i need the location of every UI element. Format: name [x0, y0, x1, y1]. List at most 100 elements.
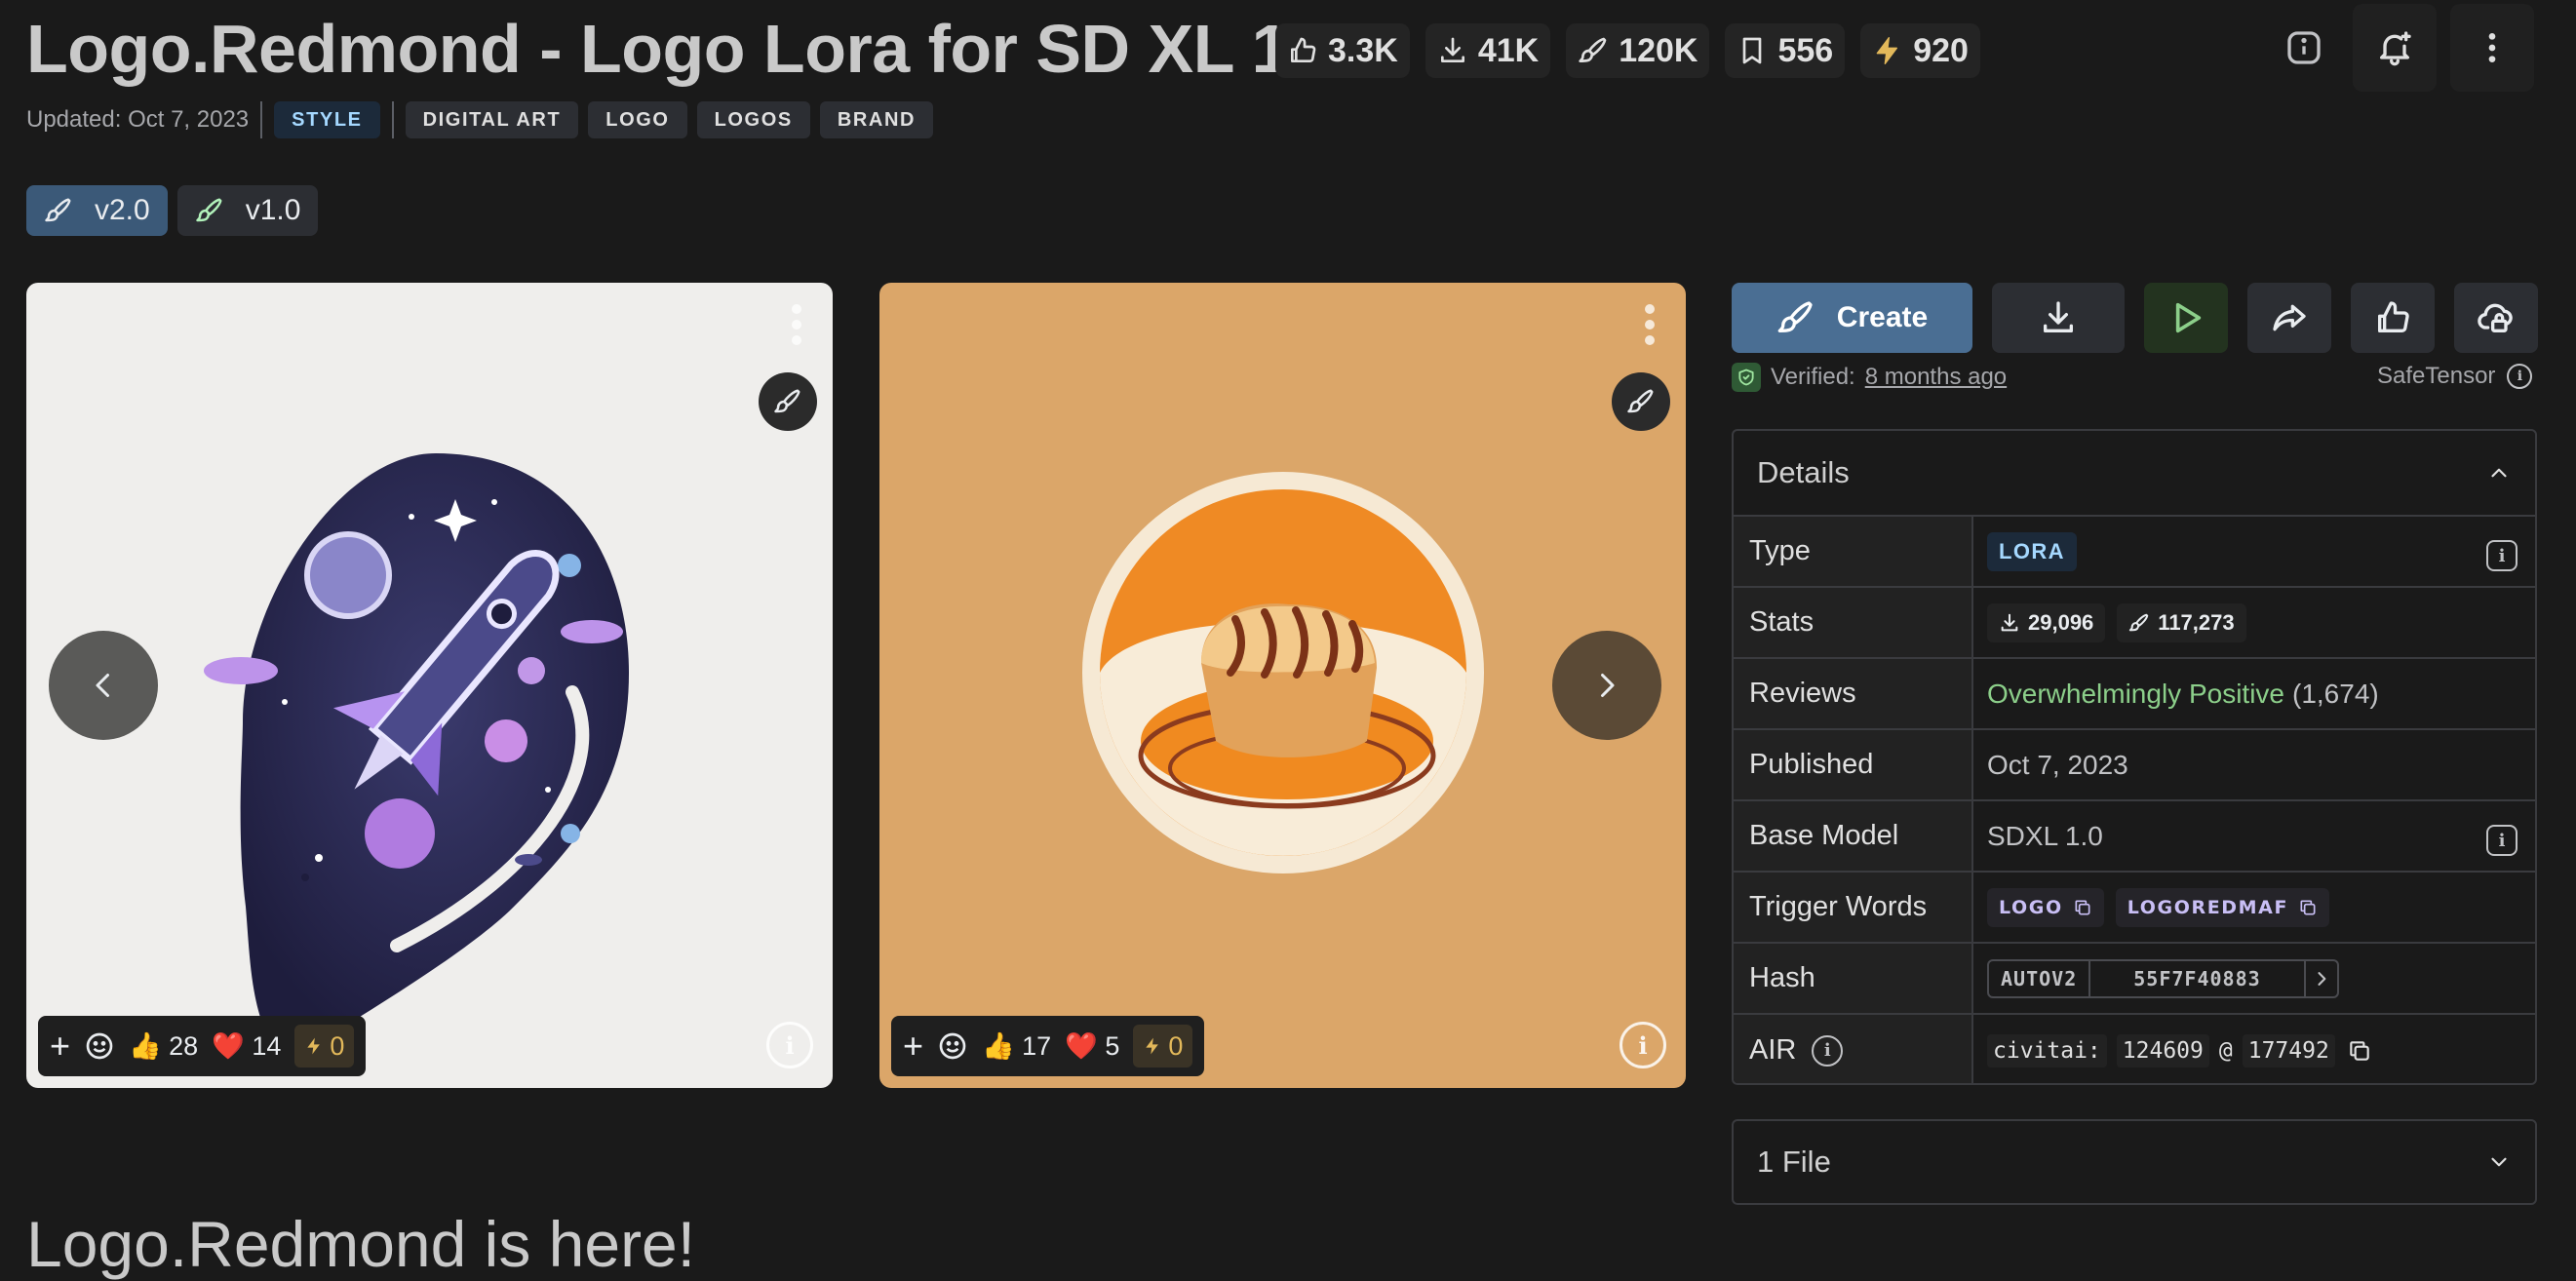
image-menu-button[interactable]: [1645, 304, 1655, 345]
trigger-words-label: Trigger Words: [1734, 873, 1973, 942]
like-reaction[interactable]: 👍 28: [129, 1030, 198, 1062]
air-separator: @: [2218, 1037, 2233, 1064]
hash-value[interactable]: 55F7F40883: [2090, 960, 2306, 996]
smiley-icon[interactable]: [84, 1030, 115, 1062]
heart-count: 14: [252, 1031, 282, 1061]
brush-icon: [1627, 389, 1654, 413]
buzz-tip-button[interactable]: 0: [1133, 1025, 1193, 1068]
updated-date: Updated: Oct 7, 2023: [26, 106, 250, 133]
generations-count: 120K: [1619, 31, 1698, 69]
air-identifier[interactable]: civitai: 124609 @ 177492: [1987, 1033, 2335, 1068]
like-button[interactable]: [2351, 283, 2435, 353]
trigger-word-text: LOGOREDMAF: [2127, 896, 2289, 918]
buzz-tip-button[interactable]: 0: [294, 1025, 355, 1068]
downloads-count: 41K: [1477, 31, 1540, 69]
remix-button[interactable]: [1612, 372, 1670, 431]
details-title: Details: [1757, 455, 1850, 489]
tag-brand[interactable]: BRAND: [819, 101, 934, 138]
like-reaction[interactable]: 👍 17: [982, 1030, 1051, 1062]
smiley-icon[interactable]: [937, 1030, 968, 1062]
verified-time-link[interactable]: 8 months ago: [1865, 364, 2007, 391]
tag-logo[interactable]: LOGO: [588, 101, 687, 138]
notify-button[interactable]: [2353, 4, 2437, 92]
cloud-lock-button[interactable]: [2454, 283, 2538, 353]
image-info-button[interactable]: i: [1620, 1022, 1666, 1068]
buzz-count: 920: [1913, 31, 1969, 69]
brush-icon: [45, 198, 71, 222]
trigger-word-logoredmaf[interactable]: LOGOREDMAF: [2115, 887, 2330, 927]
reviews-summary-link[interactable]: Overwhelmingly Positive: [1987, 679, 2284, 710]
carousel-next-button[interactable]: [1552, 631, 1661, 740]
version-tab-v1[interactable]: v1.0: [176, 185, 319, 236]
info-icon[interactable]: i: [2507, 364, 2533, 389]
copy-icon: [2075, 900, 2090, 914]
share-button[interactable]: [2247, 283, 2331, 353]
description-heading: Logo.Redmond is here!: [26, 1208, 696, 1280]
details-row-hash: Hash AUTOV2 55F7F40883: [1734, 944, 2535, 1015]
image-info-button[interactable]: i: [766, 1022, 813, 1068]
hash-label: Hash: [1734, 944, 1973, 1013]
chevron-down-icon: [2491, 1157, 2507, 1167]
air-label-cell: AIR i: [1734, 1015, 1973, 1083]
details-row-air: AIR i civitai: 124609 @ 177492: [1734, 1015, 2535, 1083]
buzz-stat[interactable]: 920: [1860, 23, 1980, 78]
run-button[interactable]: [2144, 283, 2228, 353]
image-menu-button[interactable]: [792, 304, 801, 345]
page-title: Logo.Redmond - Logo Lora for SD XL 1.0: [26, 11, 1346, 87]
more-vertical-icon: [2488, 33, 2496, 62]
type-badge: LORA: [1987, 531, 2077, 571]
copy-icon[interactable]: [2347, 1038, 2372, 1064]
buzz-count: 0: [330, 1030, 345, 1061]
thumbs-up-icon: [1291, 37, 1316, 62]
downloads-stat[interactable]: 41K: [1425, 23, 1551, 78]
base-model-label: Base Model: [1734, 801, 1973, 871]
heart-reaction[interactable]: ❤️ 5: [1065, 1030, 1119, 1062]
details-row-published: Published Oct 7, 2023: [1734, 730, 2535, 801]
details-row-base-model: Base Model SDXL 1.0 i: [1734, 801, 2535, 873]
copy-icon: [2300, 900, 2316, 914]
divider: [391, 101, 394, 138]
create-button[interactable]: Create: [1732, 283, 1972, 353]
more-options-button[interactable]: [2450, 4, 2534, 92]
info-icon: [2287, 31, 2321, 64]
carousel-prev-button[interactable]: [49, 631, 158, 740]
air-prefix: civitai:: [1987, 1033, 2107, 1068]
file-format-label: SafeTensor: [2377, 363, 2496, 389]
remix-button[interactable]: [759, 372, 817, 431]
verified-label: Verified:: [1771, 364, 1855, 390]
info-button[interactable]: [2262, 4, 2346, 92]
download-button[interactable]: [1992, 283, 2125, 353]
generations-stat[interactable]: 120K: [1566, 23, 1710, 78]
like-count: 28: [169, 1031, 199, 1061]
category-tag[interactable]: STYLE: [274, 101, 380, 138]
hash-widget[interactable]: AUTOV2 55F7F40883: [1987, 958, 2339, 998]
add-reaction-button[interactable]: +: [903, 1029, 923, 1064]
bookmarks-stat[interactable]: 556: [1725, 23, 1846, 78]
brush-icon: [2129, 613, 2149, 631]
info-icon[interactable]: i: [2486, 825, 2517, 856]
info-icon[interactable]: i: [2486, 540, 2517, 571]
version-tab-v2[interactable]: v2.0: [26, 185, 168, 236]
tag-logos[interactable]: LOGOS: [696, 101, 810, 138]
downloads-value: 29,096: [2028, 609, 2094, 635]
brush-icon: [1579, 37, 1607, 62]
cloud-lock-icon: [2478, 303, 2513, 332]
heart-reaction[interactable]: ❤️ 14: [212, 1030, 281, 1062]
play-icon: [2175, 302, 2202, 333]
version-tabs: v2.0 v1.0: [26, 185, 319, 236]
details-panel: Details Type LORA i Stats 29,096 117,273…: [1732, 429, 2537, 1085]
hash-next-button[interactable]: [2306, 961, 2337, 996]
info-icon[interactable]: i: [1812, 1034, 1844, 1067]
tag-digital-art[interactable]: DIGITAL ART: [405, 101, 579, 138]
details-header[interactable]: Details: [1734, 431, 2535, 517]
model-stats: 3.3K 41K 120K 556 920: [1275, 23, 1980, 78]
divider: [260, 101, 263, 138]
heart-count: 5: [1105, 1031, 1120, 1061]
generations-stat: 117,273: [2117, 602, 2246, 642]
likes-stat[interactable]: 3.3K: [1275, 23, 1410, 78]
files-accordion[interactable]: 1 File: [1732, 1119, 2537, 1205]
add-reaction-button[interactable]: +: [50, 1029, 70, 1064]
trigger-word-logo[interactable]: LOGO: [1987, 887, 2104, 927]
air-label: AIR: [1749, 1034, 1797, 1066]
thumbs-up-icon: [2378, 301, 2409, 332]
